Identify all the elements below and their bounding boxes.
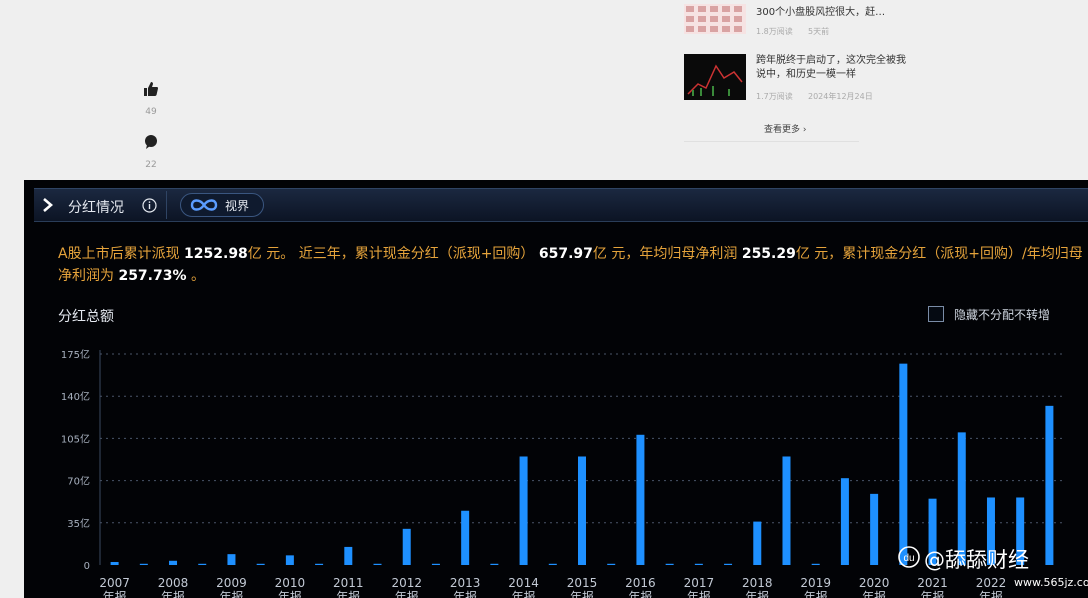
chevron-right-icon: › [802,125,807,135]
svg-text:du: du [903,553,914,564]
x-tick-period-label: 年报 [336,589,360,598]
x-tick-period-label: 年报 [453,589,477,598]
x-tick-period-label: 年报 [278,589,302,598]
bar [227,554,236,565]
watermark-text: @舔舔财经 [924,548,1029,572]
bar [344,546,353,565]
bar [110,561,119,565]
x-tick-label: 2020 [859,576,890,590]
see-more-link[interactable]: 查看更多 › [764,122,807,135]
bar [578,456,586,565]
divider [684,141,859,142]
dividend-bar-chart: 035亿70亿105亿140亿175亿2007年报2008年报2009年报201… [61,348,1064,598]
x-tick-period-label: 年报 [804,589,828,598]
bar [490,563,499,565]
y-tick-label: 140亿 [61,390,90,403]
y-tick-label: 70亿 [67,475,90,488]
x-tick-period-label: 年报 [745,589,769,598]
x-tick-period-label: 年报 [628,589,652,598]
dividend-panel: 分红情况 视界 A股上市后累计派现 1252.98亿 元。 近三年，累计现金分红… [24,180,1088,598]
x-tick-label: 2014 [508,576,539,590]
x-tick-label: 2016 [625,576,656,590]
bar [431,563,440,565]
see-more-label: 查看更多 [764,125,801,135]
bar [607,563,616,565]
bar [870,493,879,565]
bar [461,510,470,565]
bar [169,560,178,565]
bar [636,434,645,565]
bar [548,563,557,565]
comment-count: 22 [145,160,157,170]
feed-item-time: 2024年12月24日 [808,92,873,101]
x-tick-label: 2013 [450,576,481,590]
like-icon[interactable] [142,80,160,98]
bar [402,528,411,565]
y-tick-label: 35亿 [67,517,90,530]
x-tick-label: 2012 [391,576,422,590]
feed-item-title[interactable]: 跨年脱终于启动了，这次完全被我说中，和历史一模一样 [756,54,906,82]
bar [315,563,324,565]
x-tick-period-label: 年报 [161,589,185,598]
x-tick-label: 2007 [99,576,130,590]
article-thumbnail [684,4,746,34]
like-count: 49 [145,107,157,117]
watermark-site: www.565jz.com [1014,576,1088,589]
bar [198,563,207,565]
bar [694,563,703,565]
baidu-logo-icon: du [898,546,920,568]
bar [724,563,733,565]
x-tick-label: 2018 [742,576,773,590]
x-tick-label: 2019 [800,576,831,590]
x-tick-period-label: 年报 [219,589,243,598]
x-tick-period-label: 年报 [862,589,886,598]
y-tick-label: 175亿 [61,348,90,361]
feed-item-time: 5天前 [808,27,830,36]
feed-item-reads: 1.7万阅读 [756,92,793,101]
y-tick-label: 0 [84,561,90,572]
x-tick-label: 2010 [275,576,306,590]
comment-icon[interactable] [142,133,160,151]
bar [665,563,674,565]
bar [256,563,265,565]
x-tick-period-label: 年报 [103,589,127,598]
article-side-actions: 49 22 [136,80,166,186]
x-tick-period-label: 年报 [395,589,419,598]
x-tick-label: 2011 [333,576,364,590]
bar [753,521,762,565]
bar [811,563,820,565]
bar [782,456,791,565]
feed-item-reads: 1.8万阅读 [756,27,793,36]
bar [285,555,294,565]
watermark: du @舔舔财经 www.565jz.com [894,542,1088,598]
bar [840,478,849,565]
y-tick-label: 105亿 [61,432,90,445]
bar [373,563,382,565]
bar [139,563,148,565]
x-tick-period-label: 年报 [687,589,711,598]
bar [899,363,908,565]
x-tick-label: 2009 [216,576,247,590]
bar [519,456,528,565]
x-tick-period-label: 年报 [570,589,594,598]
x-tick-label: 2017 [684,576,715,590]
x-tick-label: 2015 [567,576,598,590]
article-thumbnail [684,54,746,100]
x-tick-period-label: 年报 [512,589,536,598]
feed-item-title[interactable]: 300个小盘股风控很大，赶… [756,6,906,20]
x-tick-label: 2008 [158,576,189,590]
